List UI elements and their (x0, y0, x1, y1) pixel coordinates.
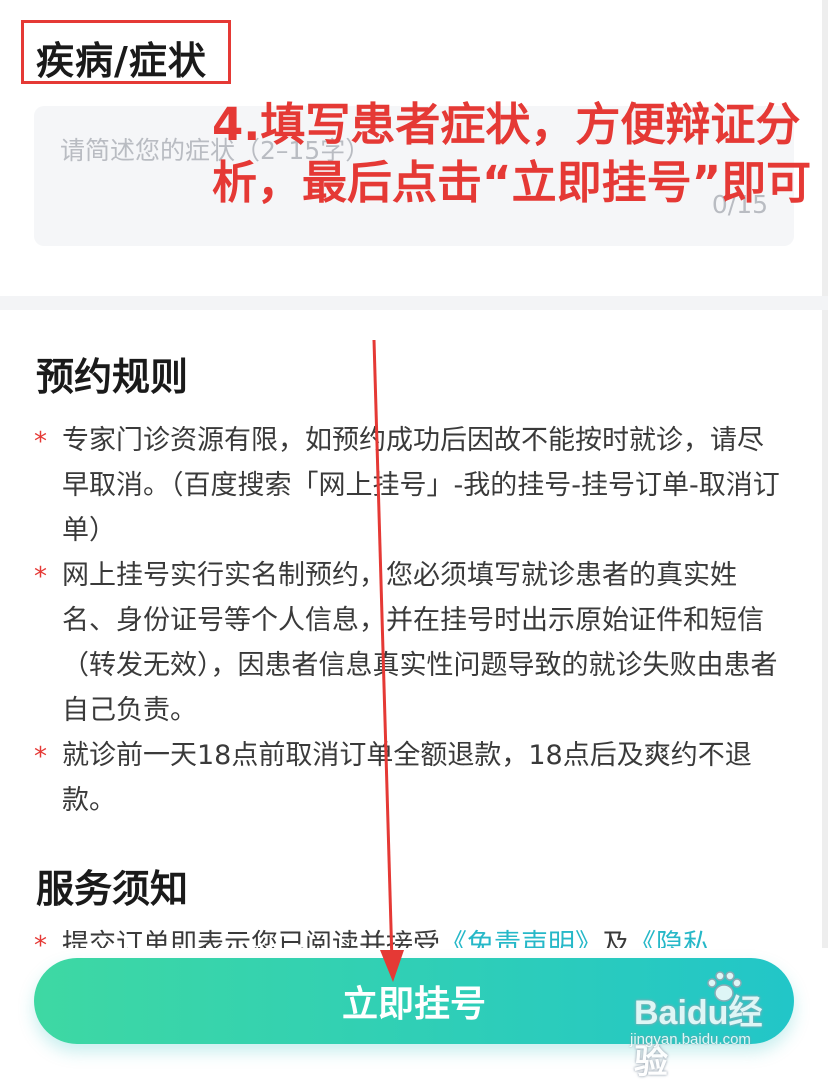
right-edge-strip (822, 0, 828, 1075)
rules-list: * 专家门诊资源有限，如预约成功后因故不能按时就诊，请尽早取消。（百度搜索「网上… (30, 418, 790, 823)
watermark-url: jingyan.baidu.com (630, 1031, 751, 1048)
rule-item: * 网上挂号实行实名制预约，您必须填写就诊患者的真实姓名、身份证号等个人信息，并… (30, 553, 790, 733)
rule-text: 专家门诊资源有限，如预约成功后因故不能按时就诊，请尽早取消。（百度搜索「网上挂号… (62, 425, 780, 546)
rules-heading: 预约规则 (36, 355, 189, 399)
section-divider (0, 296, 828, 310)
rule-item: * 专家门诊资源有限，如预约成功后因故不能按时就诊，请尽早取消。（百度搜索「网上… (30, 418, 790, 553)
rule-text: 网上挂号实行实名制预约，您必须填写就诊患者的真实姓名、身份证号等个人信息，并在挂… (62, 560, 778, 726)
baidu-watermark: Baidu经验 jingyan.baidu.com (630, 971, 784, 1081)
service-heading: 服务须知 (36, 867, 189, 911)
tutorial-annotation-text: 4.填写患者症状，方便辩证分析，最后点击“立即挂号”即可 (212, 98, 812, 209)
required-star-icon: * (34, 562, 47, 592)
rule-item: * 就诊前一天18点前取消订单全额退款，18点后及爽约不退款。 (30, 733, 790, 823)
required-star-icon: * (34, 742, 47, 772)
required-star-icon: * (34, 427, 47, 457)
rule-text: 就诊前一天18点前取消订单全额退款，18点后及爽约不退款。 (62, 740, 752, 816)
annotation-highlight-box (21, 20, 231, 84)
